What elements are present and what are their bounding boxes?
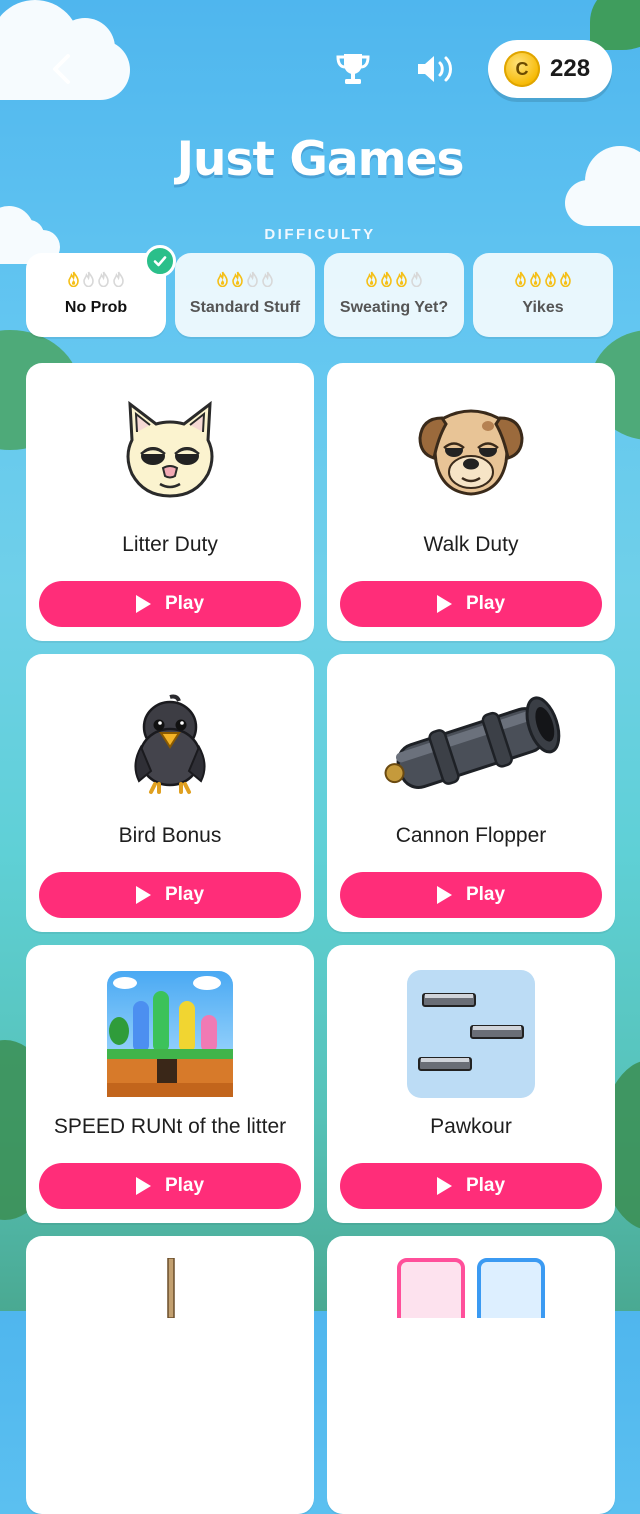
play-button[interactable]: Play [39, 581, 301, 627]
flame-icon [83, 271, 94, 287]
difficulty-option-1[interactable]: No Prob [26, 245, 176, 337]
difficulty-flames [26, 271, 166, 291]
play-icon [135, 1177, 151, 1195]
play-button[interactable]: Play [340, 872, 602, 918]
trophy-button[interactable] [334, 50, 372, 88]
difficulty-option-label: Yikes [522, 299, 564, 316]
play-icon [135, 595, 151, 613]
dog-face-icon [401, 385, 541, 519]
game-title: Pawkour [430, 1115, 512, 1138]
coin-balance: C 228 [488, 40, 612, 98]
flame-icon [68, 271, 79, 287]
game-card: Bird Bonus Play [26, 654, 314, 932]
play-button-label: Play [465, 1175, 506, 1196]
difficulty-option-2[interactable]: Standard Stuff [175, 253, 315, 337]
tube-icons [397, 1258, 547, 1332]
sound-toggle-button[interactable] [414, 50, 460, 88]
platforms-thumbnail [401, 967, 541, 1101]
flame-icon [381, 271, 392, 287]
play-icon [135, 886, 151, 904]
game-title: Bird Bonus [118, 824, 222, 847]
game-title: Cannon Flopper [395, 824, 547, 847]
difficulty-option-label: Sweating Yet? [339, 299, 449, 316]
speaker-icon [418, 56, 452, 82]
play-button-label: Play [465, 593, 506, 614]
play-button[interactable]: Play [340, 581, 602, 627]
page-title: Just Games [176, 132, 465, 187]
coin-count: 228 [550, 55, 591, 82]
flame-icon [411, 271, 422, 287]
game-title: Litter Duty [122, 533, 218, 556]
flame-icon [113, 271, 124, 287]
game-card: SPEED RUNt of the litter Play [26, 945, 314, 1223]
difficulty-flames [473, 271, 613, 291]
back-button[interactable] [46, 52, 78, 86]
play-button-label: Play [164, 884, 205, 905]
flame-icon [366, 271, 377, 287]
difficulty-option-label: No Prob [64, 299, 128, 316]
game-card: Walk Duty Play [327, 363, 615, 641]
flame-icon [515, 271, 526, 287]
rope-icon [166, 1257, 176, 1322]
play-icon [436, 595, 452, 613]
flame-icon [98, 271, 109, 287]
play-icon [436, 1177, 452, 1195]
difficulty-option-4[interactable]: Yikes [473, 253, 613, 337]
difficulty-option-3[interactable]: Sweating Yet? [324, 253, 464, 337]
difficulty-flames [324, 271, 464, 291]
crow-icon [100, 676, 240, 810]
flame-icon [217, 271, 228, 287]
trophy-icon [336, 54, 370, 84]
checkmark-icon [144, 245, 176, 277]
flame-icon [262, 271, 273, 287]
play-button[interactable]: Play [340, 1163, 602, 1209]
flame-icon [560, 271, 571, 287]
game-card: Pawkour Play [327, 945, 615, 1223]
game-card: Cannon Flopper Play [327, 654, 615, 932]
difficulty-selector: No Prob Standard Stuff Sweating Yet? Yikes [26, 245, 614, 337]
difficulty-flames [175, 271, 315, 291]
game-title: SPEED RUNt of the litter [53, 1115, 287, 1138]
difficulty-label: DIFFICULTY [264, 226, 376, 243]
game-title: Walk Duty [423, 533, 519, 556]
flame-icon [247, 271, 258, 287]
platformer-thumbnail [100, 967, 240, 1101]
flame-icon [232, 271, 243, 287]
play-button[interactable]: Play [39, 872, 301, 918]
leaf-decoration [590, 0, 640, 50]
flame-icon [396, 271, 407, 287]
cannon-icon [371, 676, 571, 810]
coin-icon: C [504, 51, 540, 87]
cat-face-icon [100, 385, 240, 519]
flame-icon [530, 271, 541, 287]
difficulty-option-label: Standard Stuff [189, 299, 301, 316]
play-button-label: Play [465, 884, 506, 905]
play-button-label: Play [164, 1175, 205, 1196]
game-card: Litter Duty Play [26, 363, 314, 641]
game-card-partial [327, 1236, 615, 1514]
chevron-left-icon [53, 54, 70, 84]
play-button-label: Play [164, 593, 205, 614]
game-card-partial [26, 1236, 314, 1514]
flame-icon [545, 271, 556, 287]
play-icon [436, 886, 452, 904]
play-button[interactable]: Play [39, 1163, 301, 1209]
